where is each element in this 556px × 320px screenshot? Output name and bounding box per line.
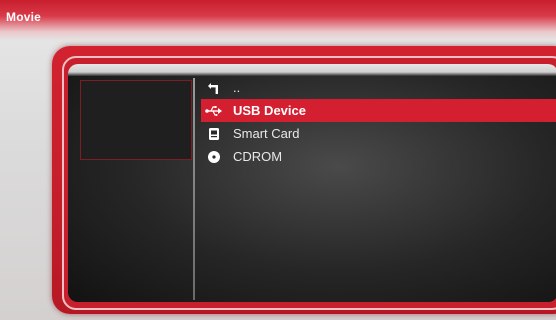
list-item-label: Smart Card [233, 126, 300, 141]
smart-card-icon [201, 127, 227, 141]
list-item-usb-device[interactable]: USB Device [201, 99, 556, 122]
file-browser-panel: .. USB Device Smart Card CDROM [68, 64, 556, 302]
list-item-cdrom[interactable]: CDROM [201, 145, 556, 168]
preview-thumbnail [80, 80, 192, 160]
file-browser-body: .. USB Device Smart Card CDROM [68, 76, 556, 302]
usb-icon [201, 105, 227, 117]
list-item-label: .. [233, 80, 241, 95]
list-item-parent[interactable]: .. [201, 76, 556, 99]
title-bar: Movie [0, 0, 556, 40]
list-item-label: USB Device [233, 103, 306, 118]
source-list: .. USB Device Smart Card CDROM [201, 76, 556, 168]
parent-folder-icon [201, 81, 227, 95]
list-item-smart-card[interactable]: Smart Card [201, 122, 556, 145]
panel-divider [193, 78, 195, 300]
list-item-label: CDROM [233, 149, 283, 164]
cdrom-icon [201, 150, 227, 164]
page-title: Movie [6, 10, 42, 24]
